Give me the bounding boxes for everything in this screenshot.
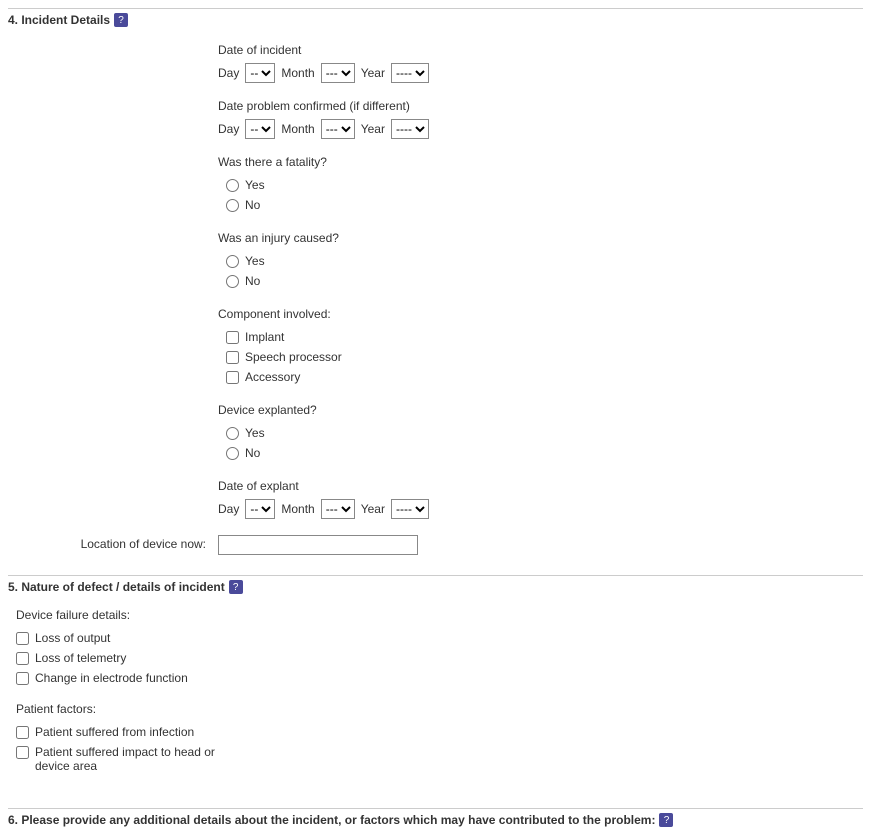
year-select[interactable]: ---- — [391, 499, 429, 519]
impact-label: Patient suffered impact to head or devic… — [35, 745, 216, 773]
month-label: Month — [281, 502, 314, 516]
component-label: Component involved: — [218, 307, 863, 321]
year-select[interactable]: ---- — [391, 63, 429, 83]
year-label: Year — [361, 502, 385, 516]
loss-telemetry-row: Loss of telemetry — [16, 648, 216, 668]
day-select[interactable]: -- — [245, 63, 275, 83]
loss-output-row: Loss of output — [16, 628, 216, 648]
explanted-yes-row: Yes — [218, 423, 863, 443]
explanted-no-row: No — [218, 443, 863, 463]
section6-title: 6. Please provide any additional details… — [8, 813, 655, 827]
date-explant-row: Date of explant Day -- Month --- Year --… — [8, 479, 863, 519]
impact-checkbox[interactable] — [16, 746, 29, 759]
date-confirmed-row: Date problem confirmed (if different) Da… — [8, 99, 863, 139]
section5-header: 5. Nature of defect / details of inciden… — [8, 576, 863, 598]
month-select[interactable]: --- — [321, 499, 355, 519]
location-label: Location of device now: — [8, 535, 218, 551]
help-icon[interactable]: ? — [114, 13, 128, 27]
section4-body: Date of incident Day -- Month --- Year -… — [8, 31, 863, 575]
section4-header: 4. Incident Details ? — [8, 9, 863, 31]
injury-yes-radio[interactable] — [226, 255, 239, 268]
date-incident-fields: Day -- Month --- Year ---- — [218, 63, 863, 83]
electrode-label: Change in electrode function — [35, 671, 188, 685]
loss-telemetry-checkbox[interactable] — [16, 652, 29, 665]
electrode-checkbox[interactable] — [16, 672, 29, 685]
fatality-no-radio[interactable] — [226, 199, 239, 212]
help-icon[interactable]: ? — [659, 813, 673, 827]
explanted-yes-label: Yes — [245, 426, 265, 440]
component-implant-checkbox[interactable] — [226, 331, 239, 344]
explanted-row: Device explanted? Yes No — [8, 403, 863, 463]
fatality-yes-row: Yes — [218, 175, 863, 195]
day-label: Day — [218, 66, 239, 80]
infection-checkbox[interactable] — [16, 726, 29, 739]
injury-label: Was an injury caused? — [218, 231, 863, 245]
day-select[interactable]: -- — [245, 119, 275, 139]
infection-label: Patient suffered from infection — [35, 725, 194, 739]
date-confirmed-label: Date problem confirmed (if different) — [218, 99, 863, 113]
patient-factors-list: Patient suffered from infection Patient … — [16, 722, 863, 776]
month-select[interactable]: --- — [321, 119, 355, 139]
infection-row: Patient suffered from infection — [16, 722, 216, 742]
location-row: Location of device now: — [8, 535, 863, 555]
component-speech-label: Speech processor — [245, 350, 342, 364]
electrode-row: Change in electrode function — [16, 668, 216, 688]
date-explant-label: Date of explant — [218, 479, 863, 493]
date-confirmed-fields: Day -- Month --- Year ---- — [218, 119, 863, 139]
date-incident-label: Date of incident — [218, 43, 863, 57]
year-label: Year — [361, 122, 385, 136]
component-speech-row: Speech processor — [218, 347, 863, 367]
fatality-row: Was there a fatality? Yes No — [8, 155, 863, 215]
loss-output-label: Loss of output — [35, 631, 110, 645]
explanted-no-label: No — [245, 446, 260, 460]
injury-row: Was an injury caused? Yes No — [8, 231, 863, 291]
injury-yes-label: Yes — [245, 254, 265, 268]
year-select[interactable]: ---- — [391, 119, 429, 139]
explanted-no-radio[interactable] — [226, 447, 239, 460]
section5-body: Device failure details: Loss of output L… — [8, 598, 863, 808]
loss-telemetry-label: Loss of telemetry — [35, 651, 126, 665]
fatality-no-label: No — [245, 198, 260, 212]
device-failure-list: Loss of output Loss of telemetry Change … — [16, 628, 863, 688]
injury-yes-row: Yes — [218, 251, 863, 271]
fatality-yes-label: Yes — [245, 178, 265, 192]
fatality-no-row: No — [218, 195, 863, 215]
loss-output-checkbox[interactable] — [16, 632, 29, 645]
component-row: Component involved: Implant Speech proce… — [8, 307, 863, 387]
impact-row: Patient suffered impact to head or devic… — [16, 742, 216, 776]
injury-no-row: No — [218, 271, 863, 291]
component-speech-checkbox[interactable] — [226, 351, 239, 364]
day-label: Day — [218, 502, 239, 516]
month-label: Month — [281, 66, 314, 80]
month-label: Month — [281, 122, 314, 136]
component-accessory-row: Accessory — [218, 367, 863, 387]
fatality-label: Was there a fatality? — [218, 155, 863, 169]
component-accessory-label: Accessory — [245, 370, 300, 384]
component-accessory-checkbox[interactable] — [226, 371, 239, 384]
date-explant-fields: Day -- Month --- Year ---- — [218, 499, 863, 519]
date-incident-row: Date of incident Day -- Month --- Year -… — [8, 43, 863, 83]
day-label: Day — [218, 122, 239, 136]
section4-title: 4. Incident Details — [8, 13, 110, 27]
section5-title: 5. Nature of defect / details of inciden… — [8, 580, 225, 594]
patient-factors-heading: Patient factors: — [16, 702, 863, 716]
section6-header: 6. Please provide any additional details… — [8, 809, 863, 831]
component-implant-label: Implant — [245, 330, 284, 344]
explanted-label: Device explanted? — [218, 403, 863, 417]
day-select[interactable]: -- — [245, 499, 275, 519]
month-select[interactable]: --- — [321, 63, 355, 83]
location-input[interactable] — [218, 535, 418, 555]
injury-no-radio[interactable] — [226, 275, 239, 288]
fatality-yes-radio[interactable] — [226, 179, 239, 192]
injury-no-label: No — [245, 274, 260, 288]
year-label: Year — [361, 66, 385, 80]
component-implant-row: Implant — [218, 327, 863, 347]
explanted-yes-radio[interactable] — [226, 427, 239, 440]
device-failure-heading: Device failure details: — [16, 608, 863, 622]
help-icon[interactable]: ? — [229, 580, 243, 594]
